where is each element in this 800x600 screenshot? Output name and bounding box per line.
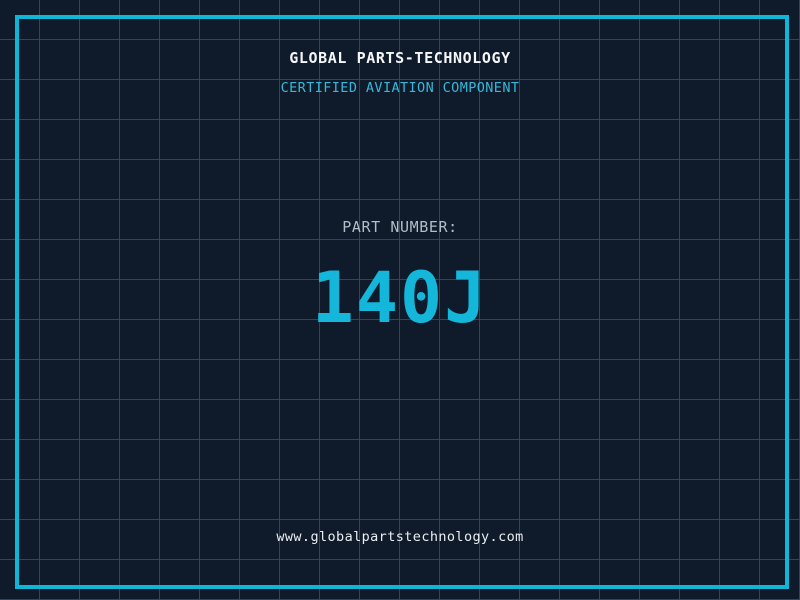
part-number-label: PART NUMBER: bbox=[342, 218, 458, 236]
company-title: GLOBAL PARTS-TECHNOLOGY bbox=[289, 49, 511, 67]
certification-subtitle: CERTIFIED AVIATION COMPONENT bbox=[280, 80, 520, 96]
part-label-page: { "page": { "background_color": "#0f1a2a… bbox=[0, 0, 800, 600]
website-url: www.globalpartstechnology.com bbox=[276, 529, 524, 545]
part-number-value: 140J bbox=[311, 257, 489, 339]
